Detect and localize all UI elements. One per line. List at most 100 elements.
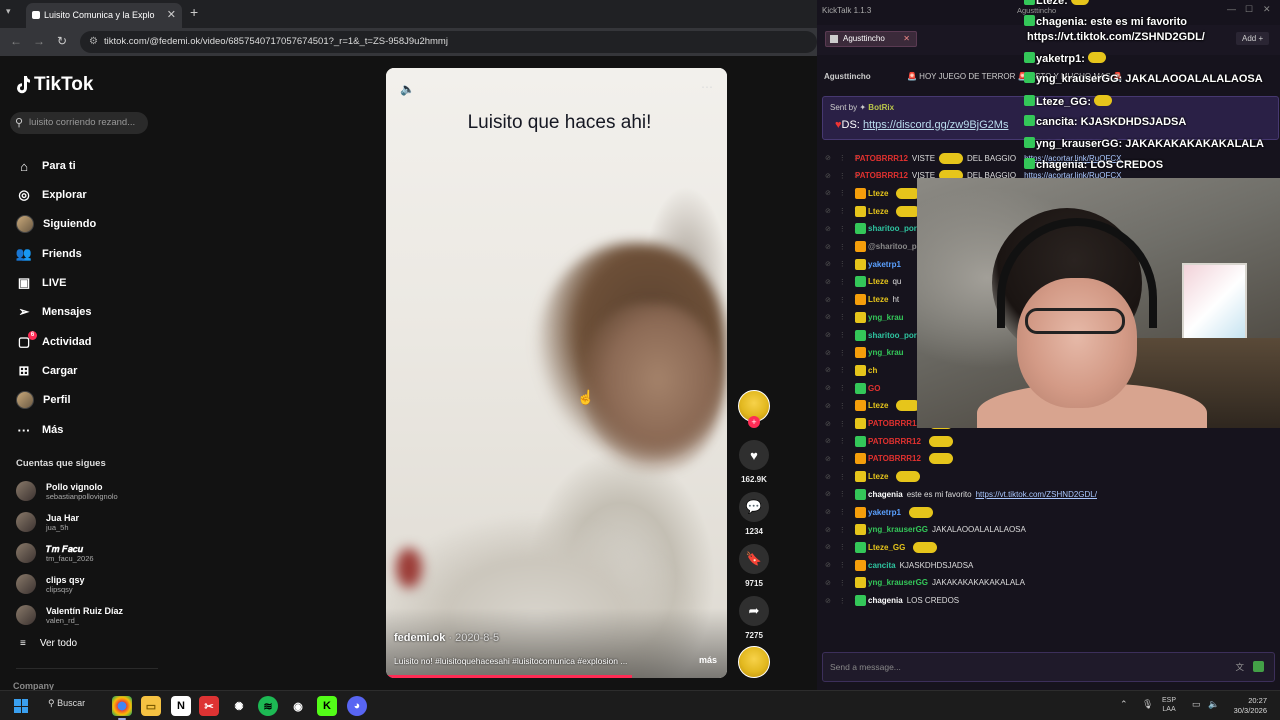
clock[interactable]: 20:27 30/3/2026: [1225, 696, 1267, 716]
chat-message[interactable]: ⊘ ⋮ ✕ ch: [825, 362, 881, 378]
mod-tools-icon[interactable]: ⊘ ⋮ ✕: [825, 490, 860, 498]
nav-item-live[interactable]: ▣ LIVE: [16, 273, 67, 293]
search-input[interactable]: ⚲ luisito corriendo rezand...: [10, 112, 148, 134]
snipping-tool-icon[interactable]: ✂: [199, 696, 219, 716]
tray-expand-icon[interactable]: ⌃: [1120, 699, 1128, 710]
mod-tools-icon[interactable]: ⊘ ⋮ ✕: [825, 543, 860, 551]
chat-username[interactable]: Lteze: [868, 472, 888, 481]
more-link[interactable]: más: [699, 655, 717, 665]
site-info-icon[interactable]: ⚙: [89, 31, 98, 53]
browser-tab[interactable]: Luisito Comunica y la Explo ✕: [26, 3, 182, 28]
more-options-icon[interactable]: ⋯: [701, 80, 713, 94]
volume-icon[interactable]: 🔈: [400, 82, 415, 96]
chat-message[interactable]: ⊘ ⋮ ✕ yng_krau: [825, 345, 908, 361]
chat-message[interactable]: ⊘ ⋮ ✕ GO: [825, 380, 884, 396]
mod-tools-icon[interactable]: ⊘ ⋮ ✕: [825, 561, 860, 569]
followed-account[interactable]: Pollo vignolo sebastianpollovignolo: [16, 478, 118, 504]
mod-tools-icon[interactable]: ⊘ ⋮ ✕: [825, 384, 860, 392]
chat-username[interactable]: Lteze: [868, 401, 888, 410]
chat-link[interactable]: https://vt.tiktok.com/ZSHND2GDL/: [976, 490, 1097, 499]
mod-tools-icon[interactable]: ⊘ ⋮ ✕: [825, 243, 860, 251]
followed-account[interactable]: 𝑻𝒎 𝑭𝒂𝒄𝒖 tm_facu_2026: [16, 540, 94, 566]
volume-tray-icon[interactable]: 🔈: [1208, 699, 1219, 710]
music-disc-icon[interactable]: [738, 646, 770, 678]
close-window-icon[interactable]: ✕: [1263, 4, 1271, 15]
chat-message[interactable]: ⊘ ⋮ ✕ chagenia LOS CREDOS: [825, 593, 959, 609]
taskbar-search[interactable]: ⚲ Buscar: [48, 698, 85, 709]
save-button[interactable]: 🔖 9715: [736, 544, 772, 588]
spotify-icon[interactable]: ≋: [258, 696, 278, 716]
see-all-link[interactable]: ≡ Ver todo: [20, 638, 77, 649]
chat-message[interactable]: ⊘ ⋮ ✕ Lteze_GG: [825, 539, 941, 555]
video-author[interactable]: fedemi.ok · 2020-8-5: [394, 632, 499, 644]
mod-tools-icon[interactable]: ⊘ ⋮ ✕: [825, 402, 860, 410]
channel-tab[interactable]: Agusttincho ✕: [825, 31, 917, 47]
file-explorer-icon[interactable]: ▭: [141, 696, 161, 716]
mod-tools-icon[interactable]: ⊘ ⋮ ✕: [825, 420, 860, 428]
chat-username[interactable]: cancita: [868, 561, 896, 570]
translate-icon[interactable]: 文: [1235, 653, 1244, 681]
mod-tools-icon[interactable]: ⊘ ⋮ ✕: [825, 225, 860, 233]
chat-message[interactable]: ⊘ ⋮ ✕ PATOBRRR12: [825, 451, 957, 467]
followed-account[interactable]: clips qsy clipsqsy: [16, 571, 85, 597]
reload-icon[interactable]: ↻: [57, 34, 67, 48]
mod-tools-icon[interactable]: ⊘ ⋮ ✕: [825, 366, 860, 374]
share-button[interactable]: ➦ 7275: [736, 596, 772, 640]
channel-name[interactable]: Agusttincho: [824, 72, 871, 81]
chat-username[interactable]: sharitoo_por: [868, 224, 917, 233]
nav-item-friends[interactable]: 👥 Friends: [16, 244, 82, 264]
pinned-link[interactable]: https://discord.gg/zw9BjG2Ms: [863, 119, 1009, 131]
windows-start-icon[interactable]: [14, 699, 28, 713]
chat-username[interactable]: yng_krauserGG: [868, 578, 928, 587]
mod-tools-icon[interactable]: ⊘ ⋮ ✕: [825, 172, 860, 180]
chat-username[interactable]: Lteze_GG: [868, 543, 905, 552]
tiktok-logo[interactable]: TikTok: [16, 74, 93, 96]
emote-picker-icon[interactable]: [1253, 661, 1264, 672]
nav-item-explorar[interactable]: ◎ Explorar: [16, 185, 86, 205]
minimize-icon[interactable]: —: [1227, 4, 1236, 14]
share-icon[interactable]: ➦: [739, 596, 769, 626]
chat-username[interactable]: yaketrp1: [868, 508, 901, 517]
bookmark-icon[interactable]: 🔖: [739, 544, 769, 574]
forward-icon[interactable]: →: [33, 34, 45, 48]
video-player[interactable]: 🔈 ⋯ Luisito que haces ahi! fedemi.ok · 2…: [386, 68, 727, 678]
mod-tools-icon[interactable]: ⊘ ⋮ ✕: [825, 313, 860, 321]
chat-username[interactable]: Lteze: [868, 295, 888, 304]
comment-icon[interactable]: 💬: [739, 492, 769, 522]
microphone-icon[interactable]: 🎙: [1142, 699, 1153, 710]
mod-tools-icon[interactable]: ⊘ ⋮ ✕: [825, 296, 860, 304]
heart-icon[interactable]: ♥: [739, 440, 769, 470]
chat-message[interactable]: ⊘ ⋮ ✕ yaketrp1: [825, 256, 905, 272]
network-icon[interactable]: ▭: [1192, 699, 1201, 710]
chat-message[interactable]: ⊘ ⋮ ✕ yng_krau: [825, 309, 908, 325]
chat-username[interactable]: yng_krau: [868, 313, 904, 322]
maximize-icon[interactable]: ☐: [1245, 4, 1253, 15]
follow-plus-icon[interactable]: +: [748, 416, 760, 428]
chat-username[interactable]: yaketrp1: [868, 260, 901, 269]
chat-input[interactable]: Send a message... 文: [822, 652, 1275, 682]
mod-tools-icon[interactable]: ⊘ ⋮ ✕: [825, 579, 860, 587]
video-progress-bar[interactable]: [386, 675, 632, 678]
chat-username[interactable]: PATOBRRR12: [855, 154, 908, 163]
mod-tools-icon[interactable]: ⊘ ⋮ ✕: [825, 455, 860, 463]
creator-avatar-button[interactable]: +: [736, 390, 772, 428]
chat-username[interactable]: PATOBRRR12: [855, 171, 908, 180]
chat-username[interactable]: PATOBRRR12: [868, 437, 921, 446]
mod-tools-icon[interactable]: ⊘ ⋮ ✕: [825, 437, 860, 445]
chat-username[interactable]: Lteze: [868, 277, 888, 286]
chat-username[interactable]: yng_krauserGG: [868, 525, 928, 534]
chat-message[interactable]: ⊘ ⋮ ✕ sharitoo_por: [825, 221, 921, 237]
nav-item-mensajes[interactable]: ➢ Mensajes: [16, 302, 92, 322]
chat-message[interactable]: ⊘ ⋮ ✕ Lteze ht: [825, 292, 899, 308]
mod-tools-icon[interactable]: ⊘ ⋮ ✕: [825, 526, 860, 534]
notion-icon[interactable]: N: [171, 696, 191, 716]
close-channel-icon[interactable]: ✕: [903, 32, 910, 46]
chat-username[interactable]: chagenia: [868, 490, 903, 499]
chatgpt-icon[interactable]: ✺: [229, 696, 249, 716]
chat-message[interactable]: ⊘ ⋮ ✕ PATOBRRR12: [825, 433, 957, 449]
followed-account[interactable]: Valentín Ruiz Díaz valen_rd_: [16, 602, 123, 628]
chrome-icon[interactable]: [112, 696, 132, 720]
chat-message[interactable]: ⊘ ⋮ ✕ Lteze: [825, 398, 924, 414]
mod-tools-icon[interactable]: ⊘ ⋮ ✕: [825, 349, 860, 357]
chat-message[interactable]: ⊘ ⋮ ✕ Lteze qu: [825, 274, 901, 290]
